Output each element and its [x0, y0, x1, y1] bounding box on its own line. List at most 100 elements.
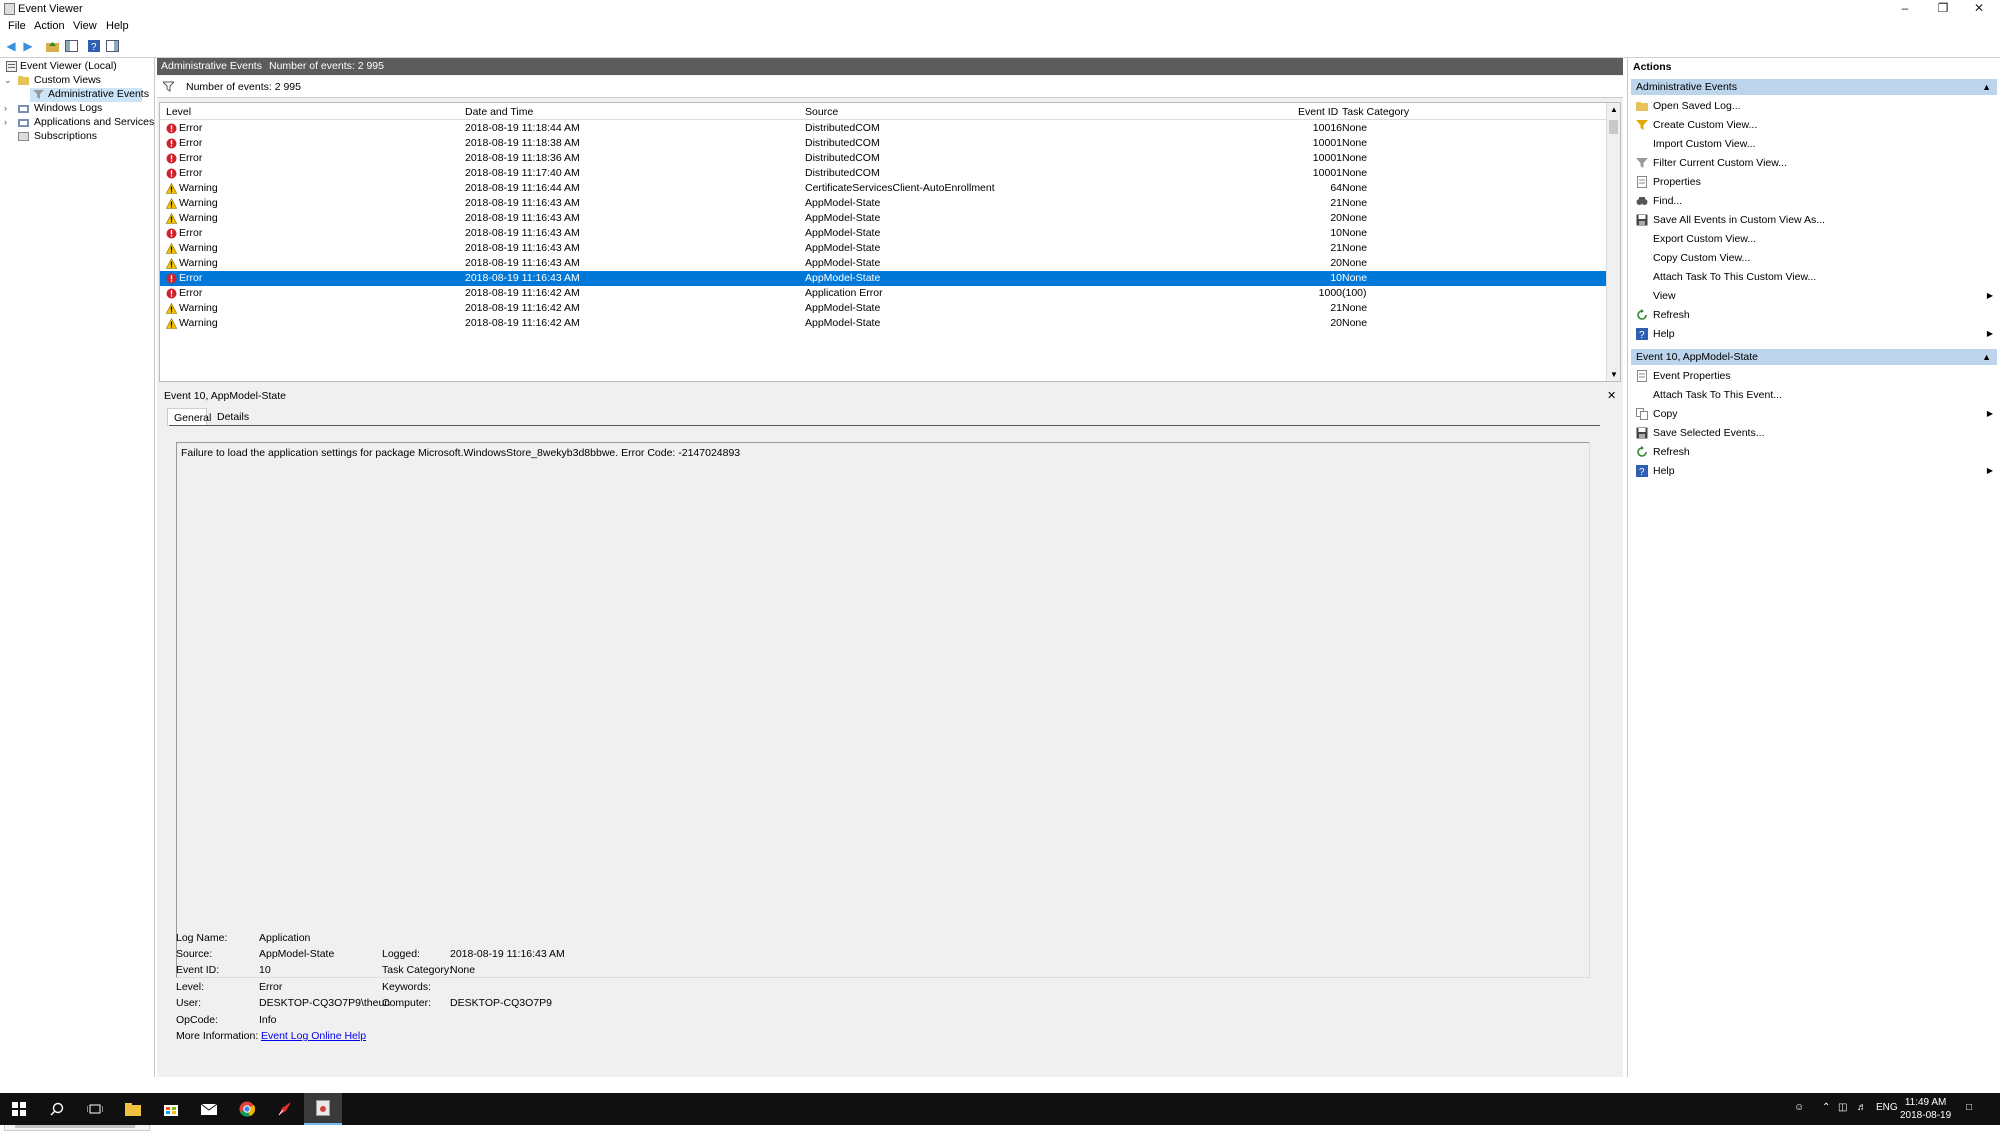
back-arrow-icon[interactable]: ◀	[4, 39, 18, 53]
chrome-icon[interactable]	[228, 1093, 266, 1125]
task-view-icon[interactable]	[76, 1093, 114, 1125]
table-row[interactable]: Warning 2018-08-19 11:16:43 AM AppModel-St…	[160, 256, 1606, 271]
action-find[interactable]: Find...	[1631, 192, 1997, 210]
menu-action[interactable]: Action	[34, 20, 65, 32]
restore-button[interactable]: ❐	[1926, 0, 1960, 18]
collapse-section-icon[interactable]: ▲	[1982, 349, 1991, 365]
events-vertical-scrollbar[interactable]: ▲ ▼	[1606, 103, 1620, 381]
help-icon: ?	[1636, 465, 1648, 477]
action-copy-custom-view[interactable]: Copy Custom View...	[1631, 249, 1997, 267]
event-viewer-taskbar-icon[interactable]	[304, 1093, 342, 1125]
column-header-event-id[interactable]: Event ID	[1298, 106, 1338, 118]
expand-chevron-icon[interactable]: ›	[4, 103, 14, 113]
table-row[interactable]: Warning 2018-08-19 11:16:43 AM AppModel-St…	[160, 211, 1606, 226]
store-icon[interactable]	[152, 1093, 190, 1125]
cell-source: DistributedCOM	[805, 152, 880, 164]
cell-event-id: 20	[1330, 212, 1342, 224]
scrollbar-thumb[interactable]	[1609, 120, 1618, 134]
minimize-button[interactable]: –	[1888, 0, 1922, 18]
search-icon[interactable]	[38, 1093, 76, 1125]
menu-view[interactable]: View	[73, 20, 97, 32]
action-event-properties[interactable]: Event Properties	[1631, 367, 1997, 385]
table-row[interactable]: Error 2018-08-19 11:18:36 AM DistributedCO…	[160, 151, 1606, 166]
table-row[interactable]: Error 2018-08-19 11:16:43 AM AppModel-Stat…	[160, 271, 1606, 286]
column-header-date[interactable]: Date and Time	[465, 106, 533, 118]
action-import-custom-view[interactable]: Import Custom View...	[1631, 135, 1997, 153]
tree-item-administrative-events[interactable]: Administrative Events	[30, 88, 149, 102]
menu-file[interactable]: File	[8, 20, 26, 32]
cell-date: 2018-08-19 11:18:44 AM	[465, 122, 580, 134]
action-open-saved-log[interactable]: Open Saved Log...	[1631, 97, 1997, 115]
action-help[interactable]: ? Help ▶	[1631, 462, 1997, 480]
value-computer: DESKTOP-CQ3O7P9	[450, 997, 552, 1009]
table-row[interactable]: Warning 2018-08-19 11:16:42 AM AppModel-St…	[160, 316, 1606, 331]
table-row[interactable]: Warning 2018-08-19 11:16:44 AM Certificate…	[160, 181, 1606, 196]
action-refresh[interactable]: Refresh	[1631, 306, 1997, 324]
people-icon[interactable]: ☺	[1794, 1102, 1804, 1113]
scroll-up-arrow-icon[interactable]: ▲	[1610, 105, 1618, 114]
action-label: Help	[1653, 328, 1675, 340]
volume-icon[interactable]: ♬	[1857, 1102, 1867, 1113]
cell-event-id: 10001	[1312, 137, 1342, 149]
table-row[interactable]: Error 2018-08-19 11:18:44 AM DistributedCO…	[160, 121, 1606, 136]
close-detail-icon[interactable]: ✕	[1607, 386, 1616, 406]
cell-date: 2018-08-19 11:16:43 AM	[465, 257, 580, 269]
action-create-custom-view[interactable]: Create Custom View...	[1631, 116, 1997, 134]
action-properties[interactable]: Properties	[1631, 173, 1997, 191]
menu-help[interactable]: Help	[106, 20, 129, 32]
table-row[interactable]: Error 2018-08-19 11:16:43 AM AppModel-Stat…	[160, 226, 1606, 241]
network-icon[interactable]: ◫	[1838, 1102, 1847, 1113]
actions-section-administrative-events[interactable]: Administrative Events ▲	[1631, 79, 1997, 95]
help-icon[interactable]: ?	[87, 39, 101, 53]
actions-section-selected-event[interactable]: Event 10, AppModel-State ▲	[1631, 349, 1997, 365]
column-header-source[interactable]: Source	[805, 106, 838, 118]
action-filter-current-custom-view[interactable]: Filter Current Custom View...	[1631, 154, 1997, 172]
show-hidden-icons-chevron-icon[interactable]: ⌃	[1822, 1102, 1830, 1113]
table-row[interactable]: Error 2018-08-19 11:18:38 AM DistributedCO…	[160, 136, 1606, 151]
cell-task-category: None	[1342, 212, 1368, 224]
cell-level: Warning	[179, 317, 218, 329]
action-export-custom-view[interactable]: Export Custom View...	[1631, 230, 1997, 248]
collapse-chevron-icon[interactable]: ⌄	[4, 75, 14, 86]
file-explorer-icon[interactable]	[114, 1093, 152, 1125]
show-hide-tree-icon[interactable]	[64, 39, 78, 53]
forward-arrow-icon[interactable]: ▶	[21, 39, 35, 53]
filter-bar: Number of events: 2 995	[157, 76, 1623, 98]
action-copy[interactable]: Copy ▶	[1631, 405, 1997, 423]
collapse-section-icon[interactable]: ▲	[1982, 79, 1991, 95]
action-attach-task-to-this-event[interactable]: Attach Task To This Event...	[1631, 386, 1997, 404]
table-row[interactable]: Warning 2018-08-19 11:16:43 AM AppModel-St…	[160, 196, 1606, 211]
system-clock[interactable]: 11:49 AM 2018-08-19	[1900, 1096, 1951, 1122]
column-header-level[interactable]: Level	[166, 106, 191, 118]
column-header-task-category[interactable]: Task Category	[1342, 106, 1409, 118]
event-viewer-app-icon	[4, 3, 15, 15]
error-icon	[166, 228, 177, 239]
table-row[interactable]: Warning 2018-08-19 11:16:42 AM AppModel-St…	[160, 301, 1606, 316]
tab-details[interactable]: Details	[211, 408, 251, 426]
table-row[interactable]: Error 2018-08-19 11:16:42 AM Application E…	[160, 286, 1606, 301]
cell-task-category: None	[1342, 317, 1368, 329]
action-help[interactable]: ? Help ▶	[1631, 325, 1997, 343]
action-center-icon[interactable]: □	[1966, 1102, 1972, 1113]
action-save-all-events-in-custom-view-as[interactable]: Save All Events in Custom View As...	[1631, 211, 1997, 229]
scroll-down-arrow-icon[interactable]: ▼	[1610, 370, 1618, 379]
action-view[interactable]: View ▶	[1631, 287, 1997, 305]
show-hide-action-pane-icon[interactable]	[105, 39, 119, 53]
up-folder-icon[interactable]	[45, 39, 59, 53]
table-row[interactable]: Warning 2018-08-19 11:16:43 AM AppModel-St…	[160, 241, 1606, 256]
cell-task-category: None	[1342, 257, 1368, 269]
action-attach-task-to-this-custom-view[interactable]: Attach Task To This Custom View...	[1631, 268, 1997, 286]
expand-chevron-icon[interactable]: ›	[4, 117, 14, 127]
tab-general[interactable]: General	[167, 408, 211, 426]
close-button[interactable]: ✕	[1962, 0, 1996, 18]
cell-task-category: None	[1342, 227, 1368, 239]
pen-app-icon[interactable]	[266, 1093, 304, 1125]
table-row[interactable]: Error 2018-08-19 11:17:40 AM DistributedCO…	[160, 166, 1606, 181]
cell-task-category: None	[1342, 197, 1368, 209]
action-refresh[interactable]: Refresh	[1631, 443, 1997, 461]
mail-icon[interactable]	[190, 1093, 228, 1125]
event-log-online-help-link[interactable]: Event Log Online Help	[261, 1030, 366, 1042]
action-save-selected-events[interactable]: Save Selected Events...	[1631, 424, 1997, 442]
language-indicator[interactable]: ENG	[1876, 1102, 1898, 1113]
start-windows-icon[interactable]	[0, 1093, 38, 1125]
